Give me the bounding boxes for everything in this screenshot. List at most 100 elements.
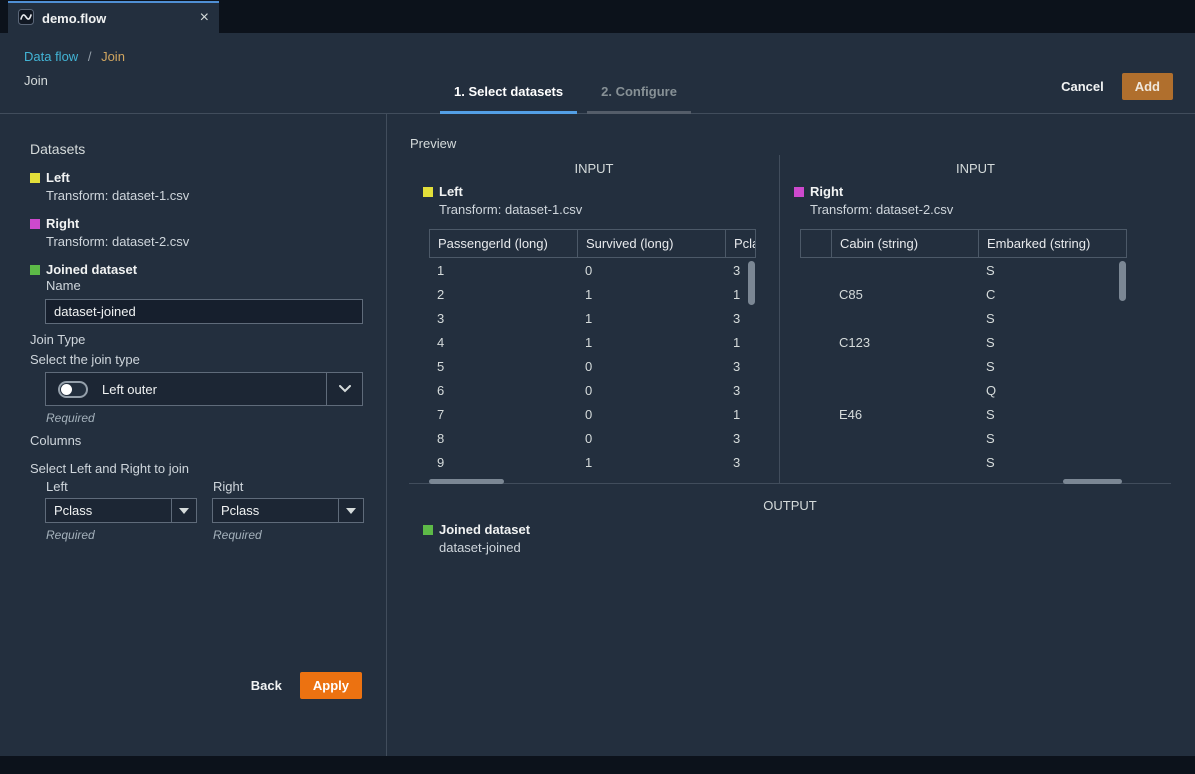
join-columns-row: Left Pclass Required Right Pclass <box>45 479 362 542</box>
datasets-panel-title: Datasets <box>30 141 362 157</box>
table-cell: S <box>978 263 1127 278</box>
table-cell: 1 <box>577 311 725 326</box>
table-cell: 1 <box>429 263 577 278</box>
right-dataset-swatch <box>794 187 804 197</box>
dataset-name: Joined dataset <box>439 522 530 537</box>
table-cell: 8 <box>429 431 577 446</box>
table-header-row: Cabin (string)Embarked (string) <box>800 229 1127 258</box>
column-header: PassengerId (long) <box>429 230 577 257</box>
right-column-box: Right Pclass Required <box>212 479 364 542</box>
cancel-button[interactable]: Cancel <box>1061 79 1104 94</box>
add-button[interactable]: Add <box>1122 73 1173 100</box>
tab-title: demo.flow <box>42 11 192 26</box>
table-cell: 1 <box>725 407 756 422</box>
vertical-scrollbar[interactable] <box>1119 261 1126 301</box>
join-type-sublabel: Select the join type <box>30 352 362 367</box>
table-cell: 0 <box>577 263 725 278</box>
table-row: 913 <box>429 450 756 474</box>
table-cell: 3 <box>429 311 577 326</box>
horizontal-scrollbar[interactable] <box>429 479 504 484</box>
join-type-required: Required <box>46 411 362 425</box>
table-cell: E46 <box>831 407 978 422</box>
tab-demo-flow[interactable]: demo.flow × <box>8 1 219 33</box>
dataset-name: Left <box>439 184 463 199</box>
left-column-label: Left <box>46 479 197 494</box>
chevron-down-icon <box>326 373 362 405</box>
output-dataset: Joined dataset <box>423 522 1171 537</box>
breadcrumb-data-flow-link[interactable]: Data flow <box>24 49 78 64</box>
table-row: E46S <box>800 402 1127 426</box>
footer-bar <box>0 756 1195 774</box>
column-header: Cabin (string) <box>831 230 978 257</box>
right-column-select[interactable]: Pclass <box>212 498 364 523</box>
table-cell: S <box>978 311 1127 326</box>
flow-file-icon <box>18 9 34 28</box>
preview-dataset-left: Left <box>423 184 779 199</box>
app-window: demo.flow × Data flow / Join Join 1. Sel… <box>0 0 1195 774</box>
right-column-required: Required <box>213 528 364 542</box>
inputs-grid: INPUT Left Transform: dataset-1.csv Pass… <box>409 155 1171 484</box>
back-button[interactable]: Back <box>251 678 282 693</box>
table-cell: 3 <box>725 455 756 470</box>
table-row: C85C <box>800 282 1127 306</box>
table-row: 211 <box>429 282 756 306</box>
table-row: S <box>800 426 1127 450</box>
joined-dataset-swatch <box>423 525 433 535</box>
table-cell: 3 <box>725 383 756 398</box>
column-header: Survived (long) <box>577 230 725 257</box>
table-row: 603 <box>429 378 756 402</box>
table-header-row: PassengerId (long)Survived (long)Pcla <box>429 229 756 258</box>
dataset-item-right: Right <box>30 216 362 231</box>
preview-dataset-right: Right <box>794 184 1171 199</box>
step-select-datasets[interactable]: 1. Select datasets <box>440 84 577 114</box>
right-column-label: Right <box>213 479 364 494</box>
output-section: OUTPUT Joined dataset dataset-joined <box>409 498 1171 555</box>
breadcrumb-current: Join <box>101 49 125 64</box>
joined-dataset-name-input[interactable] <box>45 299 363 324</box>
dataset-name: Left <box>46 170 70 185</box>
output-dataset-value: dataset-joined <box>439 540 1171 555</box>
table-row: S <box>800 258 1127 282</box>
dataset-transform: Transform: dataset-2.csv <box>46 234 362 249</box>
table-body: 103211313411503603701803913 <box>429 258 756 474</box>
table-row: C123S <box>800 330 1127 354</box>
content: Datasets Left Transform: dataset-1.csv R… <box>0 114 1195 756</box>
table-cell: 6 <box>429 383 577 398</box>
table-row: 701 <box>429 402 756 426</box>
table-cell: 3 <box>725 431 756 446</box>
caret-down-icon <box>171 499 196 522</box>
table-row: 503 <box>429 354 756 378</box>
table-row: S <box>800 450 1127 474</box>
columns-label: Columns <box>30 433 362 448</box>
header-actions: Cancel Add <box>1061 73 1173 100</box>
horizontal-scrollbar[interactable] <box>1063 479 1122 484</box>
table-cell: 7 <box>429 407 577 422</box>
table-row: Q <box>800 378 1127 402</box>
table-cell: 1 <box>577 455 725 470</box>
breadcrumb-separator: / <box>88 49 92 64</box>
table-cell: 0 <box>577 359 725 374</box>
close-icon[interactable]: × <box>200 10 209 26</box>
dataset-name: Joined dataset <box>46 262 137 277</box>
dataset-transform: Transform: dataset-1.csv <box>46 188 362 203</box>
table-row: 411 <box>429 330 756 354</box>
join-type-select[interactable]: Left outer <box>45 372 363 406</box>
left-column-select[interactable]: Pclass <box>45 498 197 523</box>
input-column-right: INPUT Right Transform: dataset-2.csv Cab… <box>779 155 1171 484</box>
table-cell: S <box>978 359 1127 374</box>
join-type-toggle[interactable] <box>58 381 88 398</box>
dataset-item-left: Left <box>30 170 362 185</box>
input-column-left: INPUT Left Transform: dataset-1.csv Pass… <box>409 155 779 484</box>
join-type-label: Join Type <box>30 332 362 347</box>
vertical-scrollbar[interactable] <box>748 261 755 305</box>
preview-panel: Preview INPUT Left Transform: dataset-1.… <box>387 114 1195 756</box>
apply-button[interactable]: Apply <box>300 672 362 699</box>
table-cell: 0 <box>577 407 725 422</box>
step-configure[interactable]: 2. Configure <box>587 84 691 114</box>
dataset-transform: Transform: dataset-2.csv <box>810 202 1171 217</box>
dataset-name: Right <box>810 184 843 199</box>
input-section-label: INPUT <box>409 161 779 176</box>
datasets-panel: Datasets Left Transform: dataset-1.csv R… <box>0 114 387 756</box>
table-cell: S <box>978 407 1127 422</box>
table-cell: S <box>978 455 1127 470</box>
